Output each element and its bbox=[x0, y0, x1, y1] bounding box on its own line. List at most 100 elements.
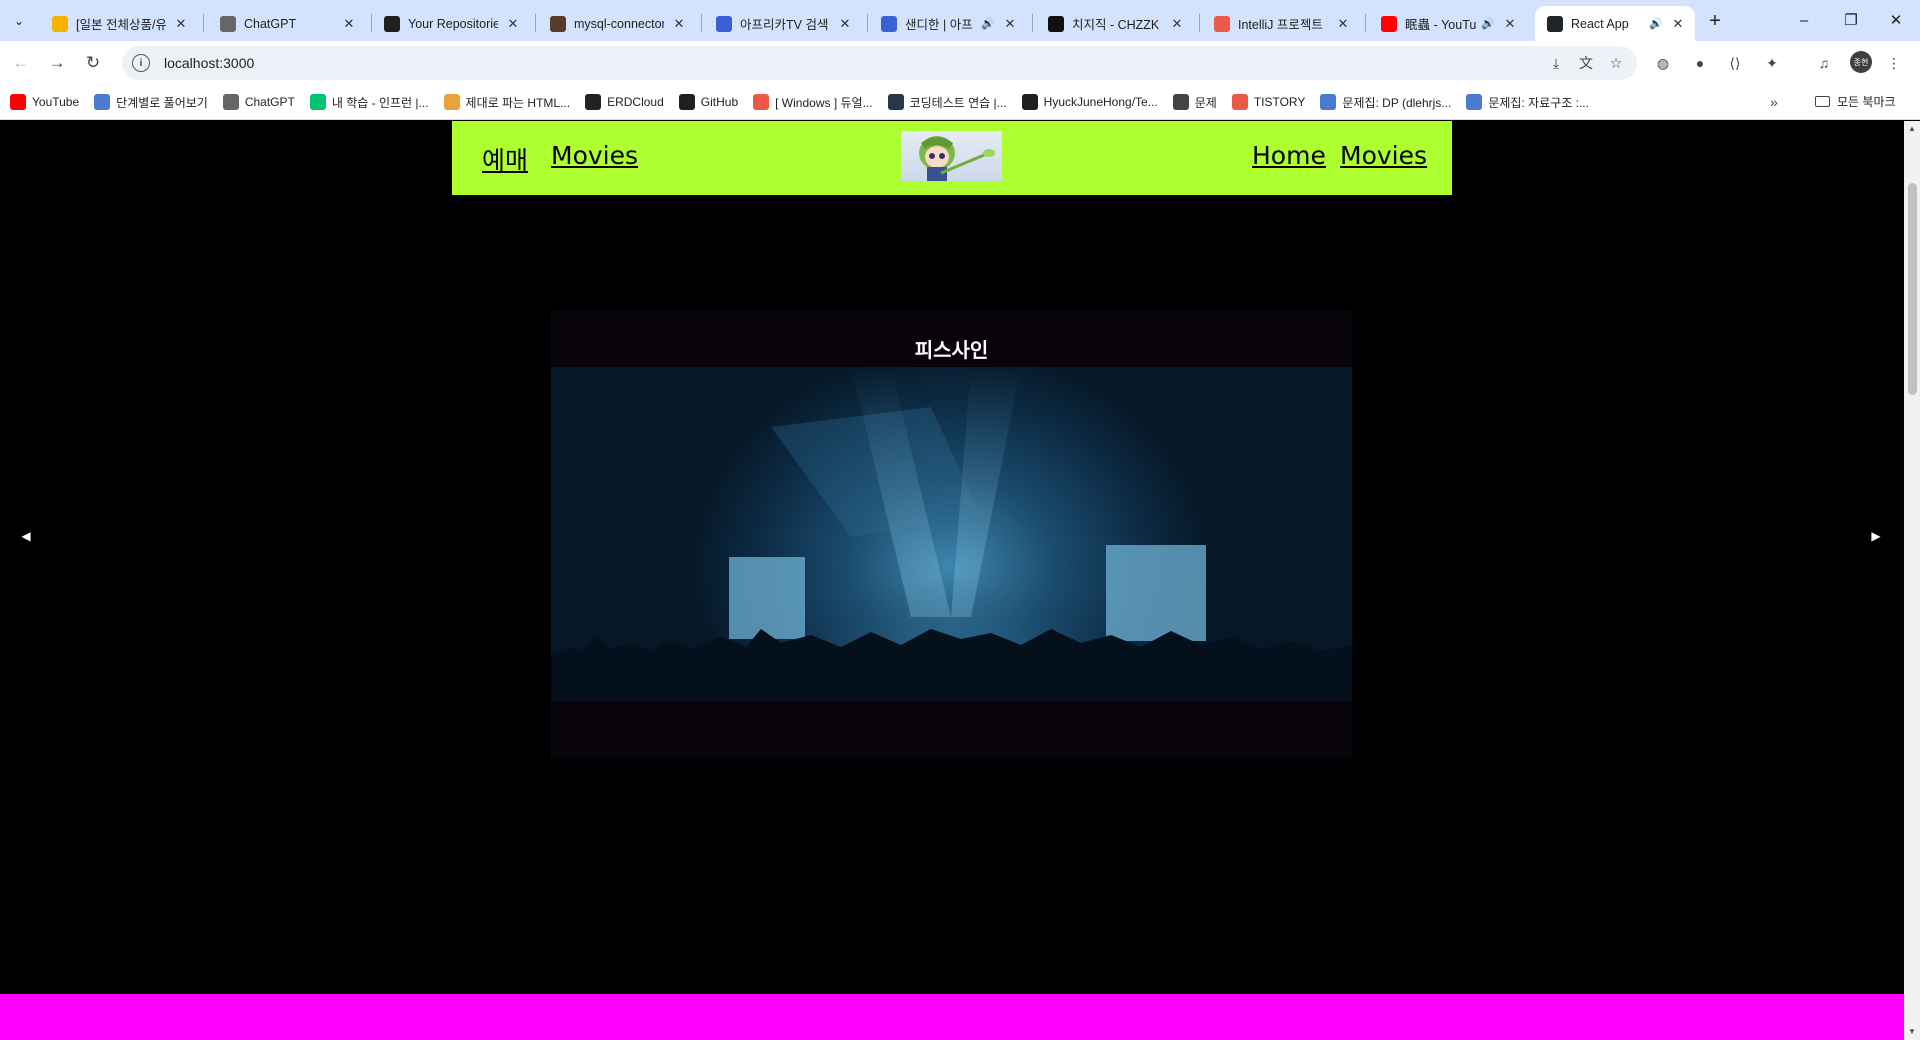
folder-icon bbox=[1815, 96, 1830, 107]
tab-close-icon[interactable]: ✕ bbox=[340, 15, 358, 33]
bookmark-item[interactable]: TISTORY bbox=[1231, 94, 1306, 110]
browser-tab[interactable]: IntelliJ 프로젝트 ✕ bbox=[1202, 6, 1360, 41]
bookmark-item[interactable]: 제대로 파는 HTML... bbox=[443, 94, 571, 111]
code-icon bbox=[94, 94, 111, 110]
tistory-icon bbox=[1214, 15, 1230, 32]
tab-close-icon[interactable]: ✕ bbox=[1334, 15, 1352, 33]
tab-close-icon[interactable]: ✕ bbox=[1669, 15, 1687, 33]
site-info-icon[interactable]: i bbox=[132, 54, 150, 72]
carousel-prev-button[interactable]: ◀ bbox=[16, 526, 36, 546]
bookmark-item[interactable]: 문제집: 자료구조 :... bbox=[1466, 94, 1589, 111]
programmers-icon bbox=[887, 94, 904, 110]
site-footer bbox=[0, 994, 1904, 1040]
code-icon bbox=[1320, 94, 1337, 110]
bookmark-item[interactable]: HyuckJuneHong/Te... bbox=[1021, 94, 1158, 110]
extension-icon[interactable]: ⟨⟩ bbox=[1723, 51, 1747, 75]
browser-tab[interactable]: 아프리카TV 검색 ✕ bbox=[704, 6, 862, 41]
translate-icon[interactable]: 文 bbox=[1575, 54, 1597, 72]
tab-separator bbox=[701, 14, 702, 32]
address-url[interactable]: localhost:3000 bbox=[164, 55, 254, 71]
reload-button[interactable]: ↻ bbox=[79, 49, 107, 77]
tab-close-icon[interactable]: ✕ bbox=[836, 15, 854, 33]
bookmark-label: GitHub bbox=[700, 95, 739, 109]
scrollbar-thumb[interactable] bbox=[1908, 183, 1917, 395]
bookmark-item[interactable]: 내 학습 - 인프런 |... bbox=[309, 94, 429, 111]
tab-audio-icon[interactable]: 🔊 bbox=[1481, 17, 1495, 30]
carousel-next-button[interactable]: ▶ bbox=[1866, 526, 1886, 546]
bookmark-label: ChatGPT bbox=[244, 95, 295, 109]
back-button[interactable]: ← bbox=[7, 49, 35, 77]
bookmark-item[interactable]: 문제 bbox=[1172, 94, 1217, 111]
tab-close-icon[interactable]: ✕ bbox=[504, 15, 522, 33]
bookmark-label: TISTORY bbox=[1253, 95, 1306, 109]
tab-audio-icon[interactable]: 🔊 bbox=[981, 17, 995, 30]
site-logo[interactable] bbox=[901, 131, 1002, 181]
browser-tab[interactable]: 샌디한 | 아프 🔊 ✕ bbox=[869, 6, 1027, 41]
media-control-icon[interactable]: ♫ bbox=[1812, 51, 1836, 75]
all-bookmarks-label: 모든 북마크 bbox=[1837, 95, 1896, 109]
vpn-globe-icon[interactable]: ◍ bbox=[1651, 51, 1675, 75]
all-bookmarks-button[interactable]: 모든 북마크 bbox=[1815, 93, 1896, 110]
bookmark-label: 내 학습 - 인프런 |... bbox=[331, 95, 429, 110]
close-window-button[interactable]: ✕ bbox=[1867, 0, 1920, 40]
profile-avatar[interactable]: 종현 bbox=[1850, 51, 1872, 73]
nav-link-movies-right[interactable]: Movies bbox=[1340, 141, 1427, 170]
tistory-icon bbox=[753, 94, 770, 110]
tab-separator bbox=[1365, 14, 1366, 32]
tab-separator bbox=[1199, 14, 1200, 32]
bookmark-label: [ Windows ] 듀얼... bbox=[775, 95, 873, 110]
site-header: 예매 Movies Home Movies bbox=[452, 121, 1452, 195]
browser-tab[interactable]: mysql-connector ✕ bbox=[538, 6, 696, 41]
bookmark-label: 제대로 파는 HTML... bbox=[465, 95, 571, 110]
tistory-icon bbox=[1231, 94, 1248, 110]
movie-title: 피스사인 bbox=[914, 340, 989, 362]
chzzk-icon bbox=[1048, 15, 1064, 32]
bookmark-item[interactable]: ERDCloud bbox=[585, 94, 664, 110]
browser-tab[interactable]: [일본 전체상품/유 ✕ bbox=[40, 6, 198, 41]
tab-close-icon[interactable]: ✕ bbox=[670, 15, 688, 33]
bookmark-item[interactable]: ChatGPT bbox=[222, 94, 295, 110]
github-icon bbox=[1021, 94, 1038, 110]
nav-link-reserve[interactable]: 예매 bbox=[482, 141, 528, 177]
bookmark-item[interactable]: GitHub bbox=[678, 94, 739, 110]
bookmark-item[interactable]: 단계별로 풀어보기 bbox=[94, 94, 208, 111]
tab-separator bbox=[1032, 14, 1033, 32]
tab-audio-icon[interactable]: 🔊 bbox=[1649, 17, 1663, 30]
scroll-down-icon[interactable]: ▼ bbox=[1908, 1027, 1916, 1036]
tab-search-button[interactable]: ⌄ bbox=[6, 8, 32, 34]
concert-stage-image[interactable] bbox=[551, 367, 1352, 701]
bookmark-item[interactable]: 코딩테스트 연습 |... bbox=[887, 94, 1007, 111]
tab-title: IntelliJ 프로젝트 bbox=[1238, 18, 1323, 32]
tab-close-icon[interactable]: ✕ bbox=[1501, 15, 1519, 33]
inflearn-icon bbox=[309, 94, 326, 110]
extension-search-icon[interactable]: ● bbox=[1688, 51, 1712, 75]
more-bookmarks-button[interactable]: » bbox=[1770, 94, 1778, 110]
browser-tab[interactable]: React App 🔊 ✕ bbox=[1535, 6, 1695, 41]
install-app-icon[interactable]: ⤓ bbox=[1545, 54, 1567, 72]
tab-title: 眠蟲 - YouTub bbox=[1405, 18, 1478, 32]
bookmark-item[interactable]: [ Windows ] 듀얼... bbox=[753, 94, 873, 111]
page-scrollbar[interactable]: ▲ ▼ bbox=[1904, 121, 1920, 1040]
bookmark-item[interactable]: 문제집: DP (dlehrjs... bbox=[1320, 94, 1451, 111]
nav-link-home[interactable]: Home bbox=[1252, 141, 1326, 170]
bookmark-label: 문제집: 자료구조 :... bbox=[1488, 95, 1589, 110]
forward-button[interactable]: → bbox=[43, 49, 71, 77]
browser-tab[interactable]: Your Repositories ✕ bbox=[372, 6, 530, 41]
menu-icon[interactable]: ⋮ bbox=[1882, 51, 1906, 75]
extensions-puzzle-icon[interactable]: ✦ bbox=[1760, 51, 1784, 75]
tab-close-icon[interactable]: ✕ bbox=[1168, 15, 1186, 33]
bookmark-star-icon[interactable]: ☆ bbox=[1605, 54, 1627, 72]
afreecatv-icon bbox=[881, 15, 897, 32]
tab-close-icon[interactable]: ✕ bbox=[1001, 15, 1019, 33]
bookmark-item[interactable]: YouTube bbox=[10, 94, 79, 110]
browser-tab[interactable]: 眠蟲 - YouTub 🔊 ✕ bbox=[1369, 6, 1527, 41]
browser-tab[interactable]: 치지직 - CHZZK ✕ bbox=[1036, 6, 1194, 41]
tab-title: 치지직 - CHZZK bbox=[1072, 18, 1160, 32]
tab-close-icon[interactable]: ✕ bbox=[172, 15, 190, 33]
chatgpt-icon bbox=[220, 15, 236, 32]
address-bar[interactable]: i localhost:3000 ⤓ 文 ☆ bbox=[122, 46, 1637, 80]
browser-tab[interactable]: ChatGPT ✕ bbox=[208, 6, 366, 41]
nav-link-movies-left[interactable]: Movies bbox=[551, 141, 638, 170]
new-tab-button[interactable]: + bbox=[1701, 8, 1729, 34]
scroll-up-icon[interactable]: ▲ bbox=[1908, 124, 1916, 133]
